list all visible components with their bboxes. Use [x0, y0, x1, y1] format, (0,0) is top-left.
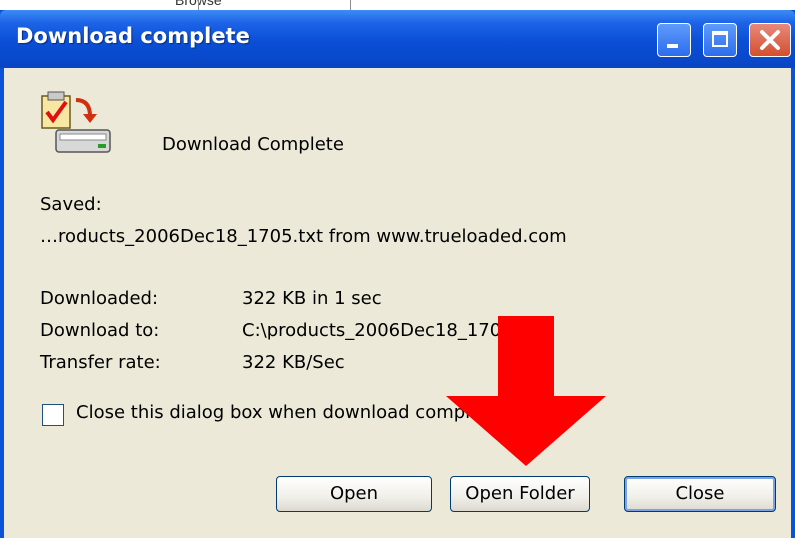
dialog-body: Download Complete Saved: …roducts_2006De… [4, 68, 791, 538]
window-title: Download complete [16, 24, 250, 48]
open-folder-button[interactable]: Open Folder [450, 476, 590, 512]
download-to-label: Download to: [40, 320, 160, 341]
download-complete-icon [41, 91, 111, 153]
open-button[interactable]: Open [276, 476, 432, 512]
transfer-rate-label: Transfer rate: [40, 352, 161, 373]
maximize-button[interactable] [703, 23, 737, 57]
close-on-complete-checkbox[interactable] [42, 404, 64, 426]
saved-value: …roducts_2006Dec18_1705.txt from www.tru… [40, 226, 567, 247]
close-on-complete-label[interactable]: Close this dialog box when download comp… [76, 402, 509, 423]
downloaded-value: 322 KB in 1 sec [242, 288, 382, 309]
downloaded-label: Downloaded: [40, 288, 159, 309]
maximize-icon [712, 31, 728, 47]
saved-label: Saved: [40, 194, 102, 215]
minimize-button[interactable] [657, 23, 691, 57]
dialog-headline: Download Complete [162, 134, 344, 155]
close-icon [760, 30, 780, 50]
close-window-button[interactable] [749, 23, 791, 57]
red-arrow-shaft [498, 316, 554, 398]
minimize-icon [667, 44, 678, 48]
close-button[interactable]: Close [624, 476, 776, 512]
download-complete-window: Download complete Download Complete Save… [0, 10, 795, 538]
title-bar[interactable]: Download complete [0, 10, 795, 68]
transfer-rate-value: 322 KB/Sec [242, 352, 345, 373]
